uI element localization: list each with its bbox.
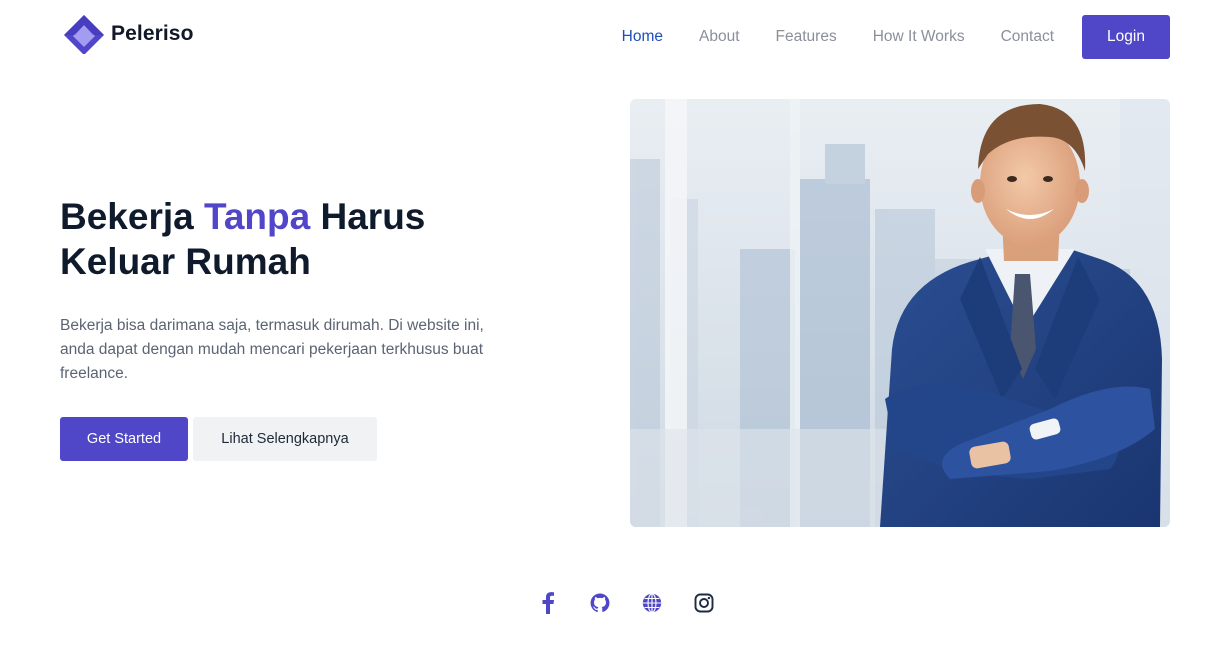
hero-title-line2: Keluar Rumah — [60, 241, 311, 282]
businessman-illustration — [630, 99, 1170, 527]
nav-how-it-works[interactable]: How It Works — [873, 15, 965, 59]
facebook-icon[interactable] — [537, 590, 559, 616]
navbar: Peleriso Home About Features How It Work… — [0, 0, 1232, 72]
get-started-button[interactable]: Get Started — [60, 417, 188, 461]
hero-title-part1: Bekerja — [60, 196, 204, 237]
hero-description: Bekerja bisa darimana saja, termasuk dir… — [60, 317, 484, 382]
nav-home[interactable]: Home — [622, 15, 663, 59]
nav-contact[interactable]: Contact — [1001, 15, 1054, 59]
hero-image — [630, 99, 1170, 527]
hero-title-accent: Tanpa — [204, 196, 311, 237]
hero-buttons: Get Started Lihat Selengkapnya — [60, 417, 377, 461]
social-links — [537, 590, 715, 616]
learn-more-button[interactable]: Lihat Selengkapnya — [193, 417, 377, 461]
globe-icon[interactable] — [641, 590, 663, 616]
nav-about[interactable]: About — [699, 15, 740, 59]
github-icon[interactable] — [589, 590, 611, 616]
hero-title-part2: Harus — [310, 196, 426, 237]
nav-features[interactable]: Features — [776, 15, 837, 59]
brand-logo[interactable]: Peleriso — [63, 14, 194, 54]
login-button[interactable]: Login — [1082, 15, 1170, 59]
main-menu: Home About Features How It Works Contact… — [622, 15, 1170, 59]
instagram-icon[interactable] — [693, 590, 715, 616]
brand-name: Peleriso — [111, 22, 194, 45]
logo-diamond-icon — [64, 15, 104, 54]
hero-title: Bekerja Tanpa Harus Keluar Rumah — [60, 194, 540, 284]
